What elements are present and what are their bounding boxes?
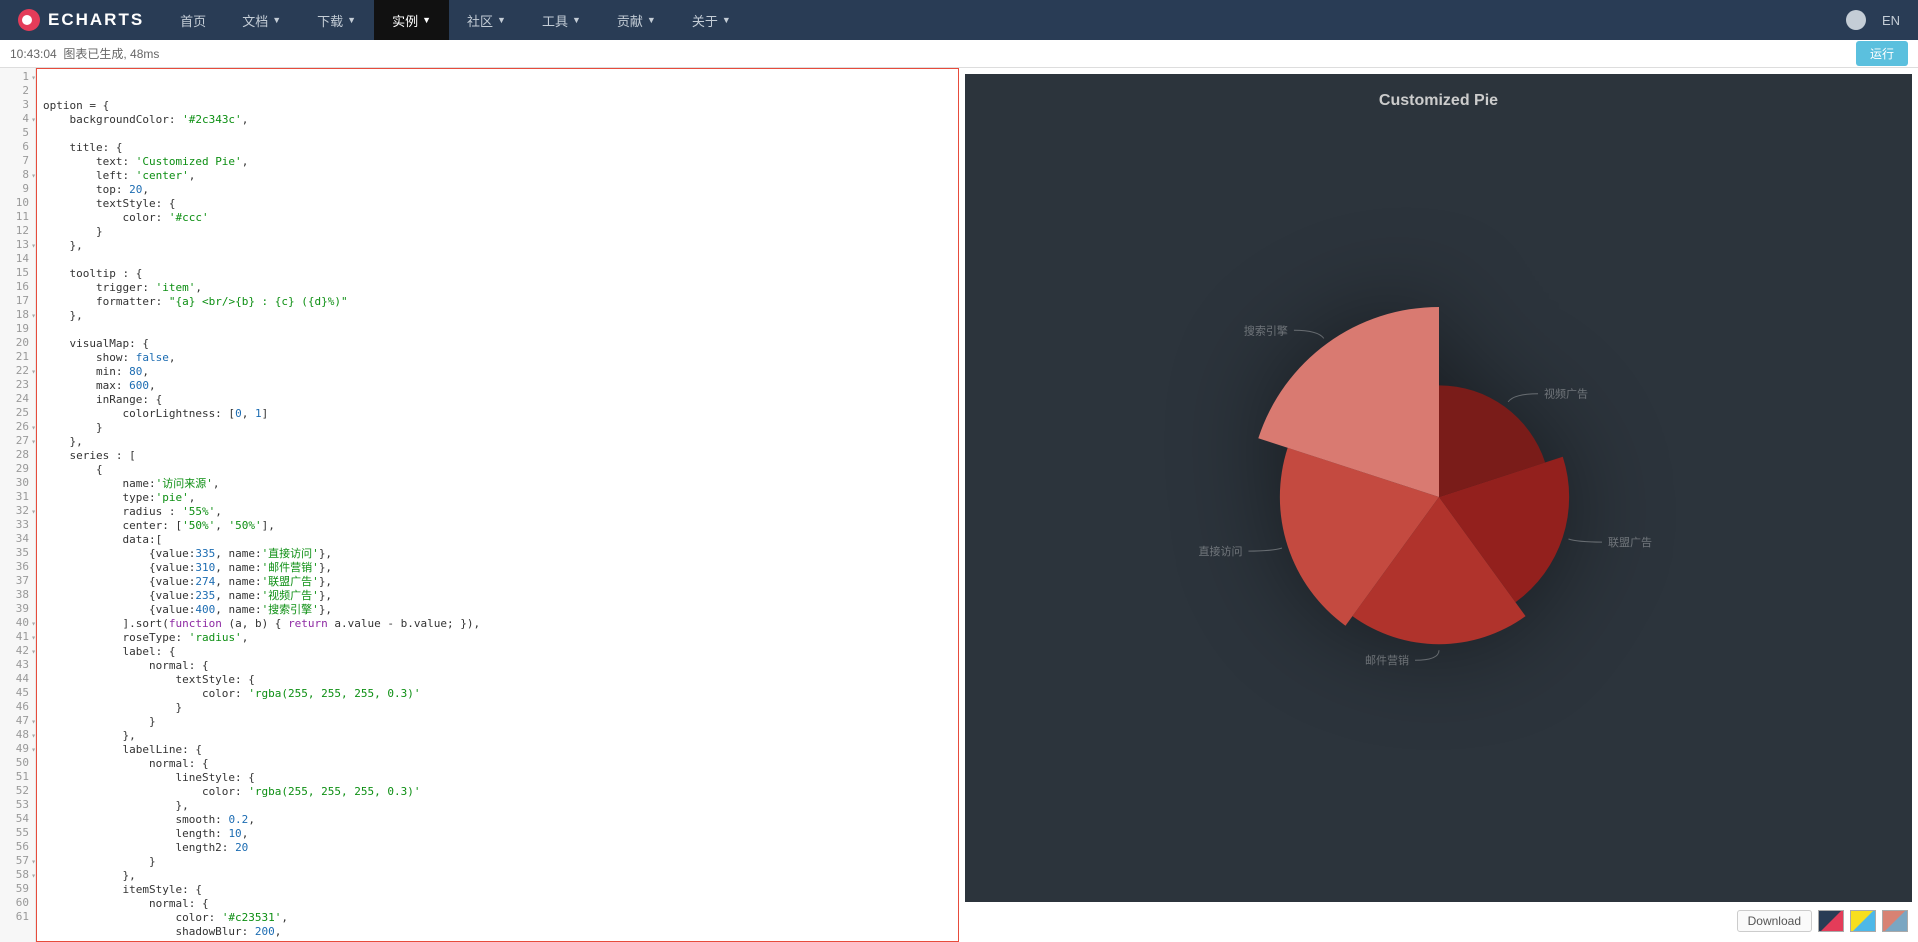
pie-label: 邮件营销 — [1365, 653, 1409, 667]
chevron-down-icon: ▼ — [647, 15, 656, 25]
code-editor[interactable]: option = { backgroundColor: '#2c343c', t… — [36, 68, 959, 942]
pie-label: 搜索引擎 — [1243, 323, 1287, 337]
chevron-down-icon: ▼ — [272, 15, 281, 25]
github-icon[interactable] — [1846, 10, 1866, 30]
chevron-down-icon: ▼ — [497, 15, 506, 25]
theme-swatch-pastel[interactable] — [1882, 910, 1908, 932]
nav-docs[interactable]: 文档▼ — [224, 0, 299, 40]
nav-items: 首页 文档▼ 下载▼ 实例▼ 社区▼ 工具▼ 贡献▼ 关于▼ — [162, 0, 749, 40]
top-navbar: ECHARTS 首页 文档▼ 下载▼ 实例▼ 社区▼ 工具▼ 贡献▼ 关于▼ E… — [0, 0, 1918, 40]
nav-about[interactable]: 关于▼ — [674, 0, 749, 40]
nav-home[interactable]: 首页 — [162, 0, 224, 40]
main-split: 1234567891011121314151617181920212223242… — [0, 68, 1918, 942]
nav-examples[interactable]: 实例▼ — [374, 0, 449, 40]
theme-swatch-yellow[interactable] — [1850, 910, 1876, 932]
nav-download[interactable]: 下载▼ — [299, 0, 374, 40]
run-button[interactable]: 运行 — [1856, 41, 1908, 66]
brand-text: ECHARTS — [48, 10, 144, 30]
chevron-down-icon: ▼ — [422, 15, 431, 25]
code-content: option = { backgroundColor: '#2c343c', t… — [43, 99, 952, 942]
preview-toolbar: Download — [965, 906, 1912, 936]
chart-title: Customized Pie — [1379, 92, 1498, 110]
chevron-down-icon: ▼ — [572, 15, 581, 25]
pie-label: 联盟广告 — [1607, 536, 1651, 549]
chart-canvas[interactable]: Customized Pie 视频广告联盟广告邮件营销 直接访问 搜索引擎 — [965, 74, 1912, 902]
theme-swatch-dark[interactable] — [1818, 910, 1844, 932]
chevron-down-icon: ▼ — [347, 15, 356, 25]
status-message: 图表已生成, 48ms — [63, 45, 159, 62]
status-bar: 10:43:04 图表已生成, 48ms 运行 — [0, 40, 1918, 68]
nav-community[interactable]: 社区▼ — [449, 0, 524, 40]
pie-label: 直接访问 — [1198, 544, 1242, 558]
chevron-down-icon: ▼ — [722, 15, 731, 25]
code-editor-panel: 1234567891011121314151617181920212223242… — [0, 68, 959, 942]
echarts-logo-icon — [18, 9, 40, 31]
pie-label: 视频广告 — [1544, 387, 1588, 401]
pie-chart: 视频广告联盟广告邮件营销 直接访问 搜索引擎 — [1179, 237, 1699, 760]
download-button[interactable]: Download — [1737, 910, 1812, 932]
status-time: 10:43:04 — [10, 47, 57, 61]
brand-logo[interactable]: ECHARTS — [0, 9, 162, 31]
nav-right: EN — [1846, 10, 1918, 30]
lang-switch[interactable]: EN — [1882, 13, 1900, 28]
line-gutter: 1234567891011121314151617181920212223242… — [0, 68, 36, 942]
nav-contribute[interactable]: 贡献▼ — [599, 0, 674, 40]
chart-preview-panel: Customized Pie 视频广告联盟广告邮件营销 直接访问 搜索引擎 Down… — [959, 68, 1918, 942]
nav-tools[interactable]: 工具▼ — [524, 0, 599, 40]
